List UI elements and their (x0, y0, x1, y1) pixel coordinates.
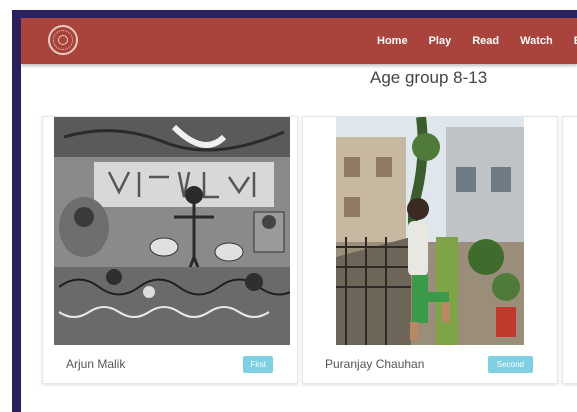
nav-play[interactable]: Play (429, 35, 452, 47)
circular-emblem-icon[interactable] (48, 25, 78, 55)
entry-card-partial[interactable] (562, 116, 577, 384)
top-navbar: Home Play Read Watch En (21, 18, 577, 64)
cards-grid: Arjun Malik First Puranjay Chauhan Secon… (42, 116, 577, 386)
window-frame-top (12, 10, 577, 18)
top-margin (0, 0, 577, 10)
page-title: Age group 8-13 (21, 68, 577, 88)
window-frame-left (12, 10, 21, 412)
nav-read[interactable]: Read (472, 35, 499, 47)
rank-badge: First (243, 355, 273, 373)
participant-name: Puranjay Chauhan (325, 357, 425, 371)
nav-home[interactable]: Home (377, 35, 408, 47)
page-title-text: Age group 8-13 (370, 68, 488, 87)
nav-watch[interactable]: Watch (520, 35, 553, 47)
balcony-photo-image[interactable] (336, 117, 524, 345)
rank-badge: Second (487, 355, 533, 373)
card-footer: Puranjay Chauhan Second (303, 345, 557, 383)
nav-links: Home Play Read Watch En (377, 18, 577, 64)
participant-name: Arjun Malik (66, 357, 126, 371)
entry-card[interactable]: Arjun Malik First (42, 116, 298, 384)
sketch-artwork-image[interactable] (54, 117, 290, 345)
card-footer: Arjun Malik First (43, 345, 297, 383)
entry-card[interactable]: Puranjay Chauhan Second (302, 116, 558, 384)
page-viewport: Home Play Read Watch En Age group 8-13 (21, 18, 577, 412)
